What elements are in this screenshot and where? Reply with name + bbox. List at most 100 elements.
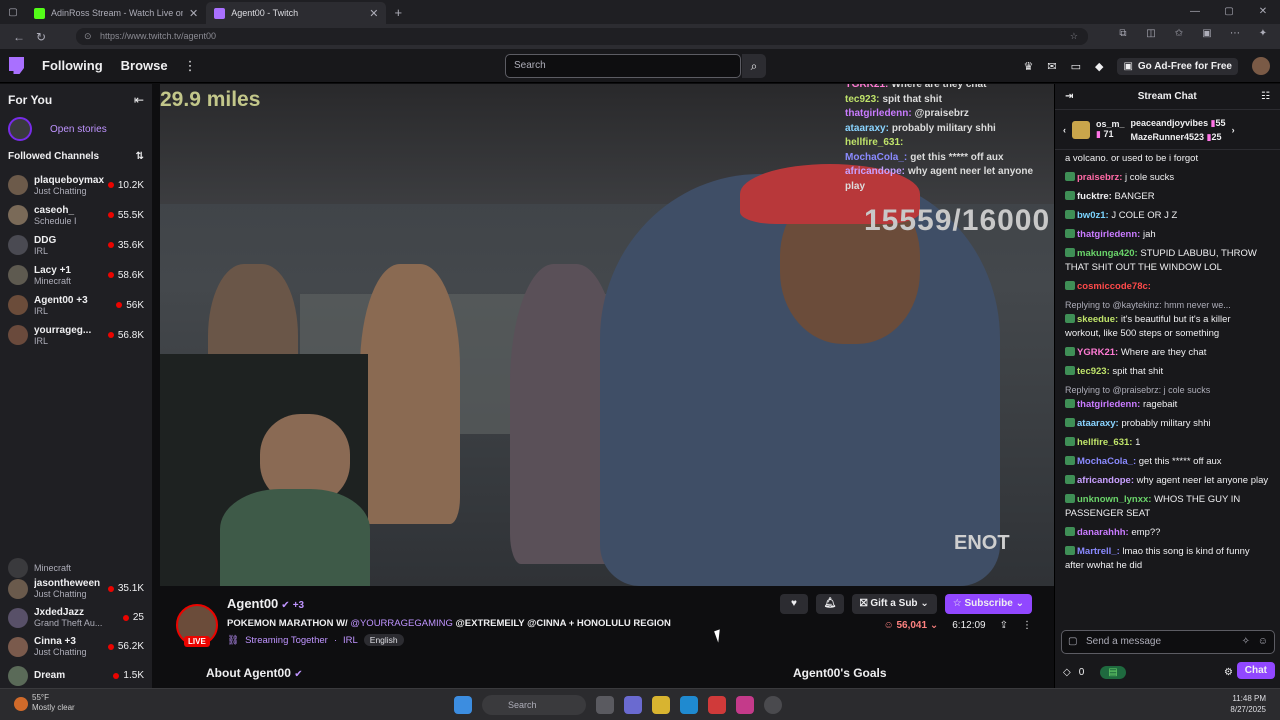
more-icon[interactable]: ⋯ bbox=[1226, 28, 1244, 39]
inbox-icon[interactable]: ✉ bbox=[1047, 60, 1056, 73]
chat-username[interactable]: makunga420: bbox=[1077, 248, 1138, 259]
sidebar-channel[interactable]: Dream 1.5K bbox=[0, 661, 152, 690]
category-link[interactable]: IRL bbox=[343, 635, 358, 646]
taskbar-search[interactable]: Search bbox=[482, 695, 586, 715]
community-icon[interactable]: ☷ bbox=[1261, 91, 1270, 102]
chat-username[interactable]: praisebrz: bbox=[1077, 172, 1122, 183]
file-icon[interactable] bbox=[596, 696, 614, 714]
mention-link[interactable]: @YOURRAGEGAMING bbox=[350, 618, 453, 629]
mention-link[interactable]: @EXTREMEILY bbox=[456, 618, 525, 629]
back-icon[interactable]: ← bbox=[8, 30, 30, 44]
more-menu-icon[interactable]: ⋮ bbox=[184, 58, 197, 74]
youtube-icon[interactable] bbox=[708, 696, 726, 714]
chat-input[interactable]: ▢ Send a message ✧ ☺ bbox=[1061, 630, 1275, 654]
next-icon[interactable]: › bbox=[1232, 125, 1235, 135]
sidebar-channel[interactable]: Agent00 +3 IRL 56K bbox=[0, 290, 152, 320]
chat-username[interactable]: ataaraxy: bbox=[1077, 418, 1119, 429]
sidebar-channel[interactable]: jasontheween Just Chatting 35.1K bbox=[0, 574, 152, 603]
sidebar-channel[interactable]: yourrageg... IRL 56.8K bbox=[0, 320, 152, 350]
explorer-icon[interactable] bbox=[652, 696, 670, 714]
copilot-icon[interactable]: ✦ bbox=[1254, 28, 1272, 39]
chat-username[interactable]: unknown_lynxx: bbox=[1077, 494, 1151, 505]
close-tab-icon[interactable]: ✕ bbox=[369, 7, 378, 20]
notification-bell-icon[interactable]: 🔔︎ bbox=[815, 594, 844, 614]
bits-icon[interactable]: ◆ bbox=[1095, 60, 1103, 73]
sidebar-channel[interactable]: Minecraft bbox=[0, 558, 152, 578]
twitch-logo-icon[interactable] bbox=[9, 57, 24, 74]
chat-username[interactable]: hellfire_631: bbox=[1077, 437, 1132, 448]
nav-following[interactable]: Following bbox=[42, 58, 103, 73]
chat-username[interactable]: bw0z1: bbox=[1077, 210, 1109, 221]
subscribe-button[interactable]: ☆ Subscribe ⌄ bbox=[944, 594, 1032, 614]
chat-username[interactable]: MochaCola_: bbox=[1077, 456, 1136, 467]
collapse-chat-icon[interactable]: ⇥ bbox=[1065, 91, 1073, 102]
search-icon[interactable]: ⌕ bbox=[742, 54, 766, 78]
weather-icon[interactable] bbox=[14, 697, 28, 711]
collapse-sidebar-icon[interactable]: ⇤ bbox=[134, 93, 144, 107]
favorite-star-icon[interactable]: ☆ bbox=[1070, 28, 1078, 45]
sort-icon[interactable]: ⇅ bbox=[136, 151, 144, 162]
predictions-icon[interactable]: ▤ bbox=[1100, 665, 1126, 679]
co-streamers-count[interactable]: +3 bbox=[293, 600, 304, 611]
chat-username[interactable]: thatgirledenn: bbox=[1077, 229, 1140, 240]
url-field[interactable]: ⊙ https://www.twitch.tv/agent00 ☆ bbox=[76, 28, 1088, 45]
instagram-icon[interactable] bbox=[736, 696, 754, 714]
copilot-app-icon[interactable] bbox=[624, 696, 642, 714]
favorites-icon[interactable]: ✩ bbox=[1170, 28, 1188, 39]
search-input[interactable]: Search bbox=[505, 54, 741, 78]
share-icon[interactable]: ⇪ bbox=[1000, 620, 1008, 631]
tab-actions-icon[interactable]: ▢ bbox=[0, 7, 26, 18]
emote-picker-icon[interactable]: ☺ bbox=[1258, 631, 1268, 653]
weather-widget[interactable]: 55°F Mostly clear bbox=[32, 693, 75, 713]
collections-icon[interactable]: ▣ bbox=[1198, 28, 1216, 39]
extensions-icon[interactable]: ⧉ bbox=[1114, 28, 1132, 39]
minimize-icon[interactable]: — bbox=[1178, 0, 1212, 24]
split-screen-icon[interactable]: ◫ bbox=[1142, 28, 1160, 39]
ad-free-button[interactable]: ▣ Go Ad-Free for Free bbox=[1117, 57, 1238, 75]
refresh-icon[interactable]: ↻ bbox=[30, 30, 52, 44]
streaming-together-link[interactable]: Streaming Together bbox=[245, 635, 328, 646]
sidebar-channel[interactable]: DDG IRL 35.6K bbox=[0, 230, 152, 260]
site-info-icon[interactable]: ⊙ bbox=[84, 28, 92, 45]
chat-send-button[interactable]: Chat bbox=[1236, 662, 1275, 679]
nav-browse[interactable]: Browse bbox=[121, 58, 168, 73]
sidebar-channel[interactable]: Cinna +3 Just Chatting 56.2K bbox=[0, 632, 152, 661]
chat-username[interactable]: africandope: bbox=[1077, 475, 1134, 486]
chrome-icon[interactable] bbox=[764, 696, 782, 714]
more-options-icon[interactable]: ⋮ bbox=[1022, 620, 1032, 631]
close-tab-icon[interactable]: ✕ bbox=[189, 7, 198, 20]
mention-link[interactable]: @CINNA bbox=[527, 618, 566, 629]
close-window-icon[interactable]: ✕ bbox=[1246, 0, 1280, 24]
maximize-icon[interactable]: ▢ bbox=[1212, 0, 1246, 24]
spark-icon[interactable]: ✧ bbox=[1242, 631, 1250, 653]
sidebar-channel[interactable]: JxdedJazz Grand Theft Au... 25 bbox=[0, 603, 152, 632]
whispers-icon[interactable]: ▭ bbox=[1071, 60, 1081, 73]
language-tag[interactable]: English bbox=[363, 634, 404, 646]
channel-points-icon[interactable]: ◇ bbox=[1063, 667, 1071, 678]
bits-input-icon[interactable]: ▢ bbox=[1068, 631, 1077, 653]
sidebar-channel[interactable]: Lacy +1 Minecraft 58.6K bbox=[0, 260, 152, 290]
video-player[interactable]: 29.9 miles 15559/16000 YGRK21: Where are … bbox=[160, 84, 1054, 586]
edge-icon[interactable] bbox=[680, 696, 698, 714]
chat-username[interactable]: YGRK21: bbox=[1077, 347, 1118, 358]
sidebar-channel[interactable]: plaqueboymax Just Chatting 10.2K bbox=[0, 170, 152, 200]
chat-username[interactable]: thatgirledenn: bbox=[1077, 399, 1140, 410]
browser-tab-kick[interactable]: AdinRoss Stream - Watch Live on ... ✕ bbox=[26, 2, 206, 24]
chat-settings-icon[interactable]: ⚙ bbox=[1224, 667, 1233, 678]
chat-username[interactable]: cosmiccode78c: bbox=[1077, 281, 1151, 292]
user-avatar[interactable] bbox=[1252, 57, 1270, 75]
chat-username[interactable]: danarahhh: bbox=[1077, 527, 1129, 538]
start-icon[interactable] bbox=[454, 696, 472, 714]
chat-username[interactable]: tec923: bbox=[1077, 366, 1110, 377]
follow-heart-icon[interactable]: ♥ bbox=[779, 594, 808, 614]
crown-icon[interactable]: ♛ bbox=[1023, 60, 1033, 73]
prev-icon[interactable]: ‹ bbox=[1063, 125, 1066, 135]
open-stories[interactable]: Open stories bbox=[0, 116, 152, 142]
chat-username[interactable]: Martrell_: bbox=[1077, 546, 1120, 557]
chat-username[interactable]: fucktre: bbox=[1077, 191, 1112, 202]
channel-name[interactable]: Agent00 bbox=[227, 596, 278, 611]
chat-username[interactable]: skeedue: bbox=[1077, 314, 1118, 325]
browser-tab-twitch[interactable]: Agent00 - Twitch ✕ bbox=[206, 2, 387, 24]
gift-sub-button[interactable]: ⛝ Gift a Sub ⌄ bbox=[851, 594, 937, 614]
sidebar-channel[interactable]: caseoh_ Schedule I 55.5K bbox=[0, 200, 152, 230]
